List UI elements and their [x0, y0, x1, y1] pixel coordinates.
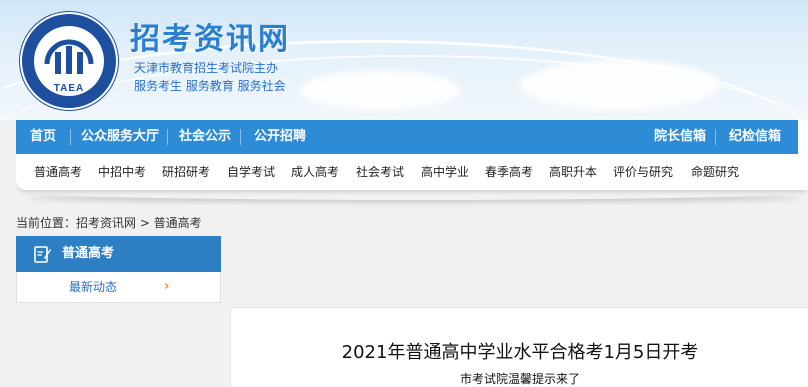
nav-item-president-mailbox[interactable]: 院长信箱 [654, 120, 706, 154]
article-panel: 2021年普通高中学业水平合格考1月5日开考 市考试院温馨提示来了 [230, 307, 808, 387]
subnav-item-upgrade[interactable]: 高职升本 [549, 154, 597, 190]
sub-nav: 普通高考 中招中考 研招研考 自学考试 成人高考 社会考试 高中学业 春季高考 … [16, 154, 808, 190]
subnav-item-spring-exam[interactable]: 春季高考 [485, 154, 533, 190]
sidebar-header: 普通高考 [16, 236, 221, 272]
nav-item-home[interactable]: 首页 [30, 120, 56, 154]
logo-mark-icon [44, 39, 94, 74]
nav-divider [240, 129, 241, 145]
edit-note-icon [34, 246, 51, 263]
article-subtitle: 市考试院温馨提示来了 [459, 372, 580, 386]
subnav-item-evaluation[interactable]: 评价与研究 [613, 154, 673, 190]
subnav-item-gaokao[interactable]: 普通高考 [34, 154, 82, 190]
main-nav: 首页 公众服务大厅 社会公示 公开招聘 院长信箱 纪检信箱 [16, 120, 808, 154]
nav-divider [167, 129, 168, 145]
chevron-right-icon: › [164, 279, 170, 294]
site-subtitle-organizer: 天津市教育招生考试院主办 [134, 61, 279, 75]
site-subtitle-slogan: 服务考生 服务教育 服务社会 [134, 79, 286, 93]
nav-item-recruitment[interactable]: 公开招聘 [254, 120, 306, 154]
subnav-item-adult-exam[interactable]: 成人高考 [291, 154, 339, 190]
subnav-item-item-research[interactable]: 命题研究 [691, 154, 739, 190]
nav-divider [715, 129, 716, 145]
subnav-item-self-study[interactable]: 自学考试 [227, 154, 275, 190]
sidebar-item-label: 最新动态 [69, 280, 118, 294]
site-logo[interactable]: TAEA [20, 12, 118, 110]
cloud-decoration [520, 60, 720, 110]
subnav-item-zhongkao[interactable]: 中招中考 [98, 154, 146, 190]
sidebar-item-latest-news[interactable]: 最新动态 › [16, 272, 221, 303]
nav-edge [798, 120, 808, 154]
subnav-item-social-exam[interactable]: 社会考试 [356, 154, 404, 190]
nav-item-public-service[interactable]: 公众服务大厅 [81, 120, 159, 154]
sidebar-title: 普通高考 [62, 246, 115, 261]
subnav-item-yankao[interactable]: 研招研考 [162, 154, 210, 190]
nav-item-discipline-mailbox[interactable]: 纪检信箱 [729, 120, 781, 154]
nav-divider [70, 129, 71, 145]
logo-text: TAEA [53, 83, 85, 94]
breadcrumb: 当前位置：招考资讯网 > 普通高考 [16, 216, 202, 230]
sub-nav-wrapper: 普通高考 中招中考 研招研考 自学考试 成人高考 社会考试 高中学业 春季高考 … [16, 154, 808, 204]
subnav-item-high-school[interactable]: 高中学业 [421, 154, 469, 190]
nav-item-public-notice[interactable]: 社会公示 [179, 120, 231, 154]
cloud-decoration [300, 70, 460, 110]
header-banner: TAEA 招考资讯网 天津市教育招生考试院主办 服务考生 服务教育 服务社会 [0, 0, 808, 120]
site-title[interactable]: 招考资讯网 [130, 14, 290, 58]
article-title: 2021年普通高中学业水平合格考1月5日开考 [341, 342, 699, 363]
